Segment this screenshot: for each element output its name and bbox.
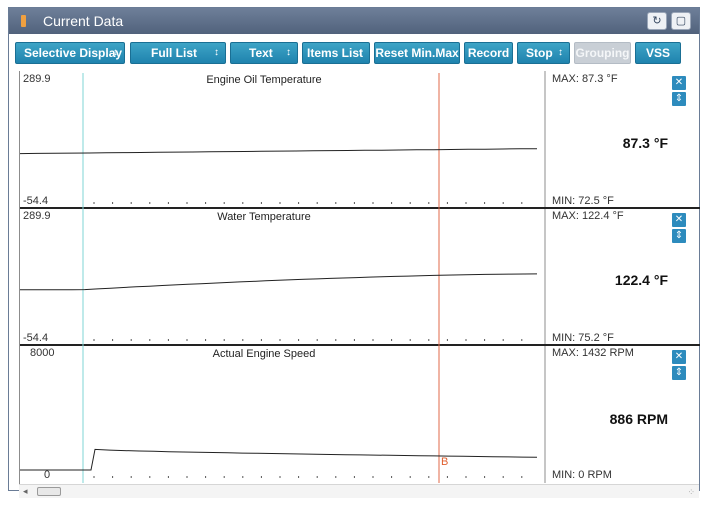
panel2-min-readout: MIN: 75.2 °F xyxy=(552,332,614,344)
panel2-axis-min: -54.4 xyxy=(23,332,49,344)
expand-icon[interactable]: ⇕ xyxy=(672,229,686,243)
panel1-title: Engine Oil Temperature xyxy=(206,74,322,86)
restore-window-icon[interactable]: ▢ xyxy=(671,12,691,30)
record-button[interactable]: Record xyxy=(464,42,513,64)
items-list-label: Items List xyxy=(307,46,364,60)
scroll-left-icon[interactable]: ◂ xyxy=(23,486,28,497)
panel3-title: Actual Engine Speed xyxy=(212,348,316,360)
spinner-icon: ↕ xyxy=(358,47,363,58)
text-label: Text xyxy=(249,46,273,60)
current-data-window: Current Data ↻ ▢ Selective Display ↕ Ful… xyxy=(8,7,700,498)
panel3-current-value: 886 RPM xyxy=(609,411,668,427)
spinner-icon: ↕ xyxy=(558,47,563,58)
grouping-button: Grouping xyxy=(574,42,631,64)
title-bar: Current Data ↻ ▢ xyxy=(9,8,699,34)
panel3-max-readout: MAX: 1432 RPM xyxy=(552,347,634,359)
full-list-label: Full List xyxy=(151,46,197,60)
selective-display-button[interactable]: Selective Display ↕ xyxy=(15,42,125,64)
toolbar: Selective Display ↕ Full List ↕ Text ↕ I… xyxy=(9,34,699,70)
reset-min-max-button[interactable]: Reset Min.Max xyxy=(374,42,460,64)
scroll-thumb[interactable] xyxy=(37,487,61,496)
full-list-button[interactable]: Full List ↕ xyxy=(130,42,226,64)
marker-b-label: B xyxy=(441,456,449,468)
panel2-max-readout: MAX: 122.4 °F xyxy=(552,210,624,222)
engine-speed-trace xyxy=(20,448,538,471)
panel1-min-readout: MIN: 72.5 °F xyxy=(552,195,614,207)
panel1-max-readout: MAX: 87.3 °F xyxy=(552,73,618,85)
spinner-icon: ↕ xyxy=(286,47,291,58)
panel2-current-value: 122.4 °F xyxy=(614,272,668,288)
water-temperature-trace xyxy=(20,273,538,291)
close-icon[interactable]: ✕ xyxy=(672,76,686,90)
horizontal-scrollbar[interactable]: ◂ ⁘ xyxy=(19,484,699,498)
panel3-min-readout: MIN: 0 RPM xyxy=(552,469,612,481)
expand-icon[interactable]: ⇕ xyxy=(672,92,686,106)
panel1-current-value: 87.3 °F xyxy=(622,135,668,151)
panel2-title: Water Temperature xyxy=(217,211,311,223)
spinner-icon: ↕ xyxy=(214,47,219,58)
selective-display-label: Selective Display xyxy=(24,46,123,60)
retry-icon[interactable]: ↻ xyxy=(647,12,667,30)
panel1-axis-min: -54.4 xyxy=(23,195,49,207)
engine-oil-temperature-trace xyxy=(20,148,538,155)
window-title: Current Data xyxy=(43,13,124,29)
expand-icon[interactable]: ⇕ xyxy=(672,366,686,380)
panel3-axis-min: 0 xyxy=(44,469,51,481)
close-icon[interactable]: ✕ xyxy=(672,350,686,364)
data-plot-area: 289.9 -54.4 Engine Oil Temperature MAX: … xyxy=(19,71,700,490)
spinner-icon: ↕ xyxy=(113,47,118,58)
resize-grip-icon[interactable]: ⁘ xyxy=(687,487,695,498)
close-icon[interactable]: ✕ xyxy=(672,213,686,227)
stop-label: Stop xyxy=(526,46,553,60)
text-button[interactable]: Text ↕ xyxy=(230,42,298,64)
stop-button[interactable]: Stop ↕ xyxy=(517,42,570,64)
status-indicator-icon xyxy=(21,15,26,27)
items-list-button[interactable]: Items List ↕ xyxy=(302,42,370,64)
vss-button[interactable]: VSS xyxy=(635,42,681,64)
